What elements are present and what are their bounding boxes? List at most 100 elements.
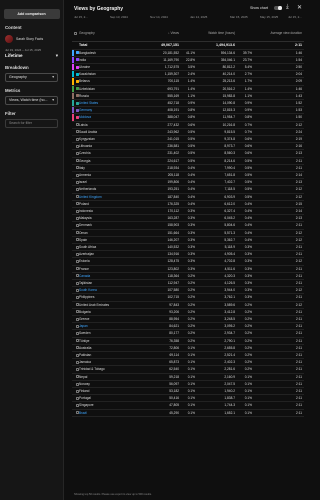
row-checkbox-cell[interactable] <box>72 344 79 353</box>
row-checkbox-cell[interactable] <box>72 394 79 403</box>
checkbox[interactable] <box>76 267 79 271</box>
row-checkbox-cell[interactable] <box>72 315 79 324</box>
breakdown-select[interactable]: Geography ▾ <box>5 73 58 82</box>
checkbox[interactable] <box>76 382 79 386</box>
checkbox[interactable] <box>76 195 79 199</box>
checkbox[interactable] <box>76 180 79 184</box>
checkbox[interactable] <box>76 137 79 141</box>
table-row[interactable]: Singapore 47,805 0.1% 1,744.3 0.1% 2:11 <box>72 401 304 410</box>
row-checkbox-cell[interactable] <box>72 171 79 180</box>
checkbox[interactable] <box>76 404 79 408</box>
checkbox[interactable] <box>76 353 79 357</box>
checkbox[interactable] <box>76 274 79 278</box>
table-row[interactable]: Armenia 205,118 0.4% 7,651.8 0.5% 2:14 <box>72 171 304 180</box>
table-row[interactable]: Brazil 45,290 0.1% 1,652.1 0.1% 2:11 <box>72 409 304 417</box>
checkbox[interactable] <box>76 231 79 235</box>
row-checkbox-cell[interactable] <box>72 85 79 93</box>
row-checkbox-cell[interactable] <box>72 286 79 295</box>
table-row[interactable]: Moldova 388,047 0.8% 11,954.7 0.8% 1:50 <box>72 113 304 122</box>
table-row[interactable]: Russia 555,169 1.1% 15,983.8 1.1% 1:43 <box>72 92 304 100</box>
row-checkbox-cell[interactable] <box>72 243 79 252</box>
checkbox[interactable] <box>76 360 79 364</box>
checkbox[interactable] <box>76 339 79 343</box>
checkbox[interactable] <box>76 51 79 55</box>
checkbox[interactable] <box>76 310 79 314</box>
checkbox[interactable] <box>76 159 79 163</box>
row-checkbox-cell[interactable] <box>72 358 79 367</box>
checkbox[interactable] <box>76 245 79 249</box>
table-row[interactable]: United States 452,718 0.9% 14,090.8 0.9% 1:52 <box>72 99 304 108</box>
table-row[interactable]: Israel 199,806 0.4% 7,402.7 0.5% 2:13 <box>72 178 304 187</box>
table-row[interactable]: Estonia 128,475 0.3% 4,702.8 0.3% 2:12 <box>72 257 304 266</box>
row-checkbox-cell[interactable] <box>72 164 79 172</box>
checkbox[interactable] <box>76 224 79 228</box>
checkbox[interactable] <box>76 79 79 83</box>
row-checkbox-cell[interactable] <box>72 106 79 115</box>
checkbox[interactable] <box>76 58 79 62</box>
row-checkbox-cell[interactable] <box>72 99 79 108</box>
table-row[interactable]: Indonesia 170,112 0.3% 6,327.4 0.4% 2:14 <box>72 207 304 216</box>
row-checkbox-cell[interactable] <box>72 272 79 281</box>
row-checkbox-cell[interactable] <box>72 49 79 57</box>
checkbox[interactable] <box>76 303 79 307</box>
row-checkbox-cell[interactable] <box>72 56 79 64</box>
row-checkbox-cell[interactable] <box>72 387 79 396</box>
table-row[interactable]: France 123,802 0.3% 4,511.6 0.3% 2:11 <box>72 265 304 273</box>
table-row[interactable]: Netherlands 193,251 0.4% 7,118.5 0.5% 2:12 <box>72 185 304 194</box>
row-checkbox-cell[interactable] <box>72 308 79 317</box>
table-row[interactable]: Australia 72,806 0.1% 2,655.8 0.2% 2:11 <box>72 344 304 353</box>
row-checkbox-cell[interactable] <box>72 337 79 345</box>
table-row[interactable]: Tajikistan 112,947 0.2% 4,126.5 0.3% 2:11 <box>72 279 304 288</box>
row-checkbox-cell[interactable] <box>72 113 79 122</box>
row-checkbox-cell[interactable] <box>72 77 79 86</box>
table-row[interactable]: Greece 88,954 0.2% 3,248.5 0.2% 2:11 <box>72 315 304 324</box>
checkbox[interactable] <box>76 152 79 155</box>
checkbox[interactable] <box>76 188 79 192</box>
table-row[interactable]: Portugal 50,416 0.1% 1,838.7 0.1% 2:11 <box>72 394 304 403</box>
metrics-select[interactable]: Views, Watch time (ho... ▾ <box>5 96 58 105</box>
checkbox[interactable] <box>76 324 79 328</box>
table-row[interactable]: Uzbekistan 693,791 1.4% 20,516.2 1.4% 1:46 <box>72 85 304 93</box>
table-row[interactable]: Germany 408,191 0.8% 12,815.3 0.9% 1:53 <box>72 106 304 115</box>
checkbox[interactable] <box>76 368 79 372</box>
table-row[interactable]: Latvia 277,432 0.6% 10,216.8 0.7% 2:12 <box>72 121 304 129</box>
row-checkbox-cell[interactable] <box>72 236 79 244</box>
table-row[interactable]: Canada 118,364 0.2% 4,320.3 0.3% 2:11 <box>72 272 304 281</box>
row-checkbox-cell[interactable] <box>72 301 79 309</box>
row-checkbox-cell[interactable] <box>72 380 79 389</box>
table-row[interactable]: Bulgaria 93,206 0.2% 3,412.8 0.2% 2:11 <box>72 308 304 317</box>
table-row[interactable]: Oman 151,664 0.3% 5,571.3 0.4% 2:12 <box>72 229 304 237</box>
row-checkbox-cell[interactable] <box>72 257 79 266</box>
checkbox[interactable] <box>76 317 79 321</box>
row-checkbox-cell[interactable] <box>72 373 79 381</box>
header-checkbox[interactable] <box>72 28 79 42</box>
checkbox[interactable] <box>76 166 79 170</box>
row-checkbox-cell[interactable] <box>72 322 79 331</box>
checkbox[interactable] <box>76 252 79 256</box>
table-row[interactable]: Malaysia 163,287 0.3% 6,045.2 0.4% 2:13 <box>72 214 304 223</box>
table-row[interactable]: Pakistan 69,114 0.1% 2,521.4 0.2% 2:11 <box>72 351 304 360</box>
checkbox[interactable] <box>76 94 79 98</box>
download-icon[interactable]: ⤓ <box>286 4 289 11</box>
table-row[interactable]: Belarus 700,115 1.4% 25,213.6 1.7% 2:09 <box>72 77 304 86</box>
checkbox[interactable] <box>76 281 79 285</box>
row-checkbox-cell[interactable] <box>72 128 79 136</box>
table-row[interactable]: Ukraine 1,712,575 3.5% 80,812.2 5.4% 2:50 <box>72 63 304 72</box>
date-range-selector[interactable]: Lifetime ▾ <box>5 53 58 59</box>
table-row[interactable]: Nepal 59,218 0.1% 2,160.9 0.1% 2:11 <box>72 373 304 381</box>
checkbox[interactable] <box>76 260 79 264</box>
table-row[interactable]: Finland 53,182 0.1% 1,940.2 0.1% 2:11 <box>72 387 304 396</box>
row-checkbox-cell[interactable] <box>72 409 79 417</box>
close-icon[interactable]: ✕ <box>297 4 302 11</box>
checkbox[interactable] <box>76 411 79 415</box>
checkbox[interactable] <box>76 72 79 76</box>
table-row[interactable]: Georgia 224,617 0.5% 8,214.6 0.5% 2:11 <box>72 157 304 165</box>
table-row[interactable]: Philippines 102,715 0.2% 3,762.1 0.3% 2:11 <box>72 293 304 302</box>
table-row[interactable]: Norway 56,097 0.1% 2,047.5 0.1% 2:11 <box>72 380 304 389</box>
table-row[interactable]: United Arab Emirates 97,843 0.2% 3,589.6 0.2… <box>72 301 304 309</box>
row-checkbox-cell[interactable] <box>72 329 79 338</box>
row-checkbox-cell[interactable] <box>72 193 79 201</box>
table-row[interactable]: Saudi Arabia 243,962 0.5% 9,815.5 0.7% 2:24 <box>72 128 304 136</box>
row-checkbox-cell[interactable] <box>72 135 79 144</box>
content-card[interactable]: Sarah Story Facts <box>3 33 60 45</box>
